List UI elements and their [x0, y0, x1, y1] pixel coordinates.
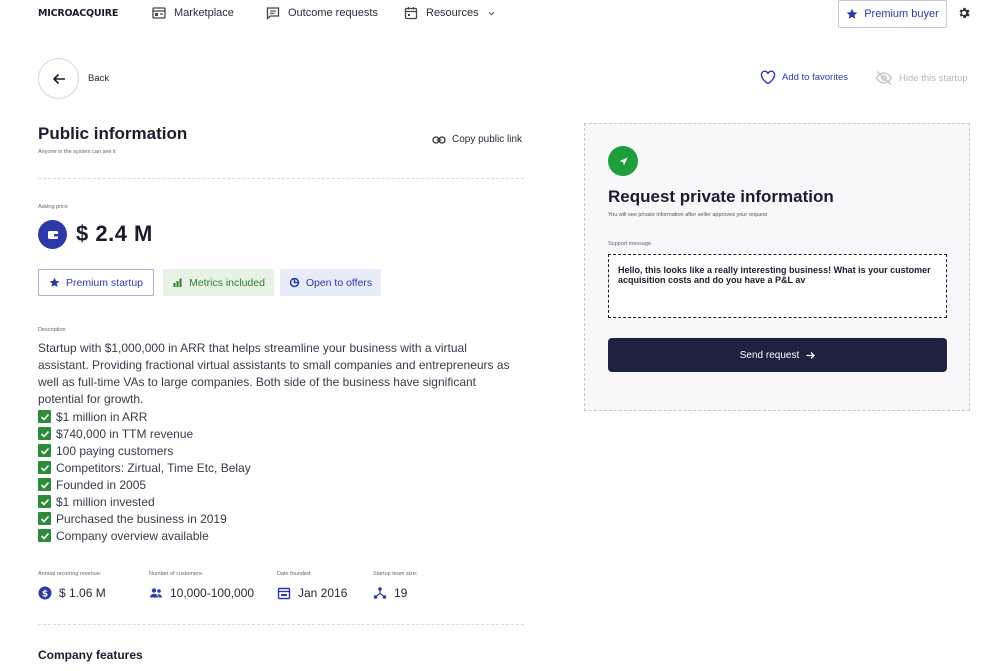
public-info-title: Public information — [38, 124, 188, 143]
calendar-icon — [277, 587, 291, 600]
wallet-icon — [38, 220, 67, 249]
pie-chart-icon — [289, 277, 300, 288]
list-item: Company overview available — [38, 527, 251, 544]
checkbox-checked-icon — [38, 478, 51, 491]
stat-customers-label: Number of customers: — [149, 571, 204, 577]
list-item: Founded in 2005 — [38, 476, 251, 493]
hide-startup-button[interactable]: Hide this startup — [875, 70, 968, 86]
checkbox-checked-icon — [38, 495, 51, 508]
send-request-label: Send request — [739, 349, 800, 361]
divider — [38, 624, 524, 625]
divider — [38, 178, 524, 179]
premium-buyer-button[interactable]: Premium buyer — [838, 0, 947, 28]
stat-founded-value: Jan 2016 — [298, 586, 348, 600]
list-item: Purchased the business in 2019 — [38, 510, 251, 527]
stat-team-size-value: 19 — [394, 586, 408, 600]
chevron-down-icon — [488, 11, 494, 15]
list-item: $1 million invested — [38, 493, 251, 510]
stat-arr-value: $ 1.06 M — [59, 586, 106, 600]
stat-arr-label: Annual recurring revenue: — [38, 571, 102, 577]
stat-customers: Number of customers: 10,000-100,000 — [149, 571, 254, 600]
stat-team-size-label: Startup team size: — [373, 571, 418, 577]
stat-customers-value: 10,000-100,000 — [170, 586, 255, 600]
star-icon — [49, 277, 60, 287]
team-icon — [373, 587, 387, 599]
list-item-label: Competitors: Zirtual, Time Etc, Belay — [56, 460, 251, 475]
list-item-label: 100 paying customers — [56, 443, 174, 458]
arrow-right-icon — [806, 351, 816, 359]
star-icon — [846, 8, 858, 19]
description-label: Description — [38, 327, 66, 333]
nav-outcome-requests[interactable]: Outcome requests — [266, 6, 378, 20]
list-item: 100 paying customers — [38, 442, 251, 459]
nav-marketplace-label: Marketplace — [174, 7, 234, 19]
list-item-label: Founded in 2005 — [56, 477, 147, 492]
list-item-label: $1 million invested — [56, 494, 155, 509]
eye-off-icon — [875, 71, 893, 85]
stat-founded: Date founded: Jan 2016 — [277, 571, 347, 600]
users-icon — [150, 588, 162, 598]
message-icon — [266, 7, 280, 20]
back-button[interactable] — [38, 58, 79, 99]
dollar-icon: $ — [38, 586, 52, 600]
nav-resources[interactable]: Resources — [404, 6, 496, 20]
premium-buyer-label: Premium buyer — [864, 8, 939, 20]
list-item-label: Company overview available — [56, 528, 209, 543]
open-to-offers-badge: Open to offers — [280, 269, 381, 296]
public-info-subtitle: Anyone in the system can see it — [38, 149, 116, 155]
asking-price-label: Asking price — [38, 204, 68, 210]
highlights-list: $1 million in ARR $740,000 in TTM revenu… — [38, 408, 251, 544]
metrics-included-badge: Metrics included — [163, 269, 274, 296]
copy-public-link-button[interactable]: Copy public link — [432, 134, 522, 145]
list-item-label: $740,000 in TTM revenue — [56, 426, 194, 441]
logo[interactable]: MICROACQUIRE — [38, 8, 118, 19]
description-text: Startup with $1,000,000 in ARR that help… — [38, 341, 510, 406]
checkbox-checked-icon — [38, 444, 51, 457]
request-private-info-title: Request private information — [608, 187, 834, 206]
checkbox-checked-icon — [38, 410, 51, 423]
link-icon — [432, 135, 446, 144]
back-label[interactable]: Back — [88, 73, 109, 84]
checkbox-checked-icon — [38, 529, 51, 542]
add-to-favorites-button[interactable]: Add to favorites — [760, 70, 848, 85]
send-icon — [608, 146, 638, 176]
support-message-input[interactable]: Hello, this looks like a really interest… — [608, 254, 947, 318]
asking-price-value: $ 2.4 M — [76, 221, 153, 246]
list-item: Competitors: Zirtual, Time Etc, Belay — [38, 459, 251, 476]
support-message-label: Support message — [608, 241, 652, 247]
copy-public-link-label: Copy public link — [452, 134, 523, 145]
list-item-label: $1 million in ARR — [56, 409, 148, 424]
checkbox-checked-icon — [38, 461, 51, 474]
checkbox-checked-icon — [38, 512, 51, 525]
arrow-left-icon — [52, 73, 65, 84]
stat-founded-label: Date founded: — [277, 571, 312, 577]
send-request-button[interactable]: Send request — [608, 338, 947, 372]
open-to-offers-label: Open to offers — [305, 276, 373, 289]
nav-marketplace[interactable]: Marketplace — [152, 6, 234, 20]
calendar-icon — [404, 7, 418, 20]
premium-startup-badge: Premium startup — [38, 269, 154, 296]
list-item: $740,000 in TTM revenue — [38, 425, 251, 442]
nav-outcome-requests-label: Outcome requests — [288, 7, 378, 19]
heart-icon — [760, 70, 776, 85]
list-item: $1 million in ARR — [38, 408, 251, 425]
checkbox-checked-icon — [38, 427, 51, 440]
nav-resources-label: Resources — [426, 7, 479, 19]
svg-text:$: $ — [42, 589, 48, 599]
premium-startup-label: Premium startup — [65, 276, 144, 289]
gear-icon[interactable] — [957, 6, 971, 20]
metrics-included-label: Metrics included — [189, 276, 265, 289]
company-features-heading: Company features — [38, 648, 143, 662]
hide-startup-label: Hide this startup — [899, 72, 968, 84]
add-to-favorites-label: Add to favorites — [782, 72, 849, 83]
request-private-info-subtitle: You will see private information after s… — [608, 212, 768, 218]
request-private-info-panel: Request private information You will see… — [584, 123, 970, 411]
stat-team-size: Startup team size: 19 — [373, 571, 417, 600]
list-item-label: Purchased the business in 2019 — [56, 511, 227, 526]
marketplace-icon — [152, 7, 166, 19]
bar-chart-icon — [173, 278, 182, 287]
stat-arr: Annual recurring revenue: $ $ 1.06 M — [38, 571, 106, 600]
top-nav: MICROACQUIRE Marketplace Outcome request… — [0, 0, 1001, 28]
